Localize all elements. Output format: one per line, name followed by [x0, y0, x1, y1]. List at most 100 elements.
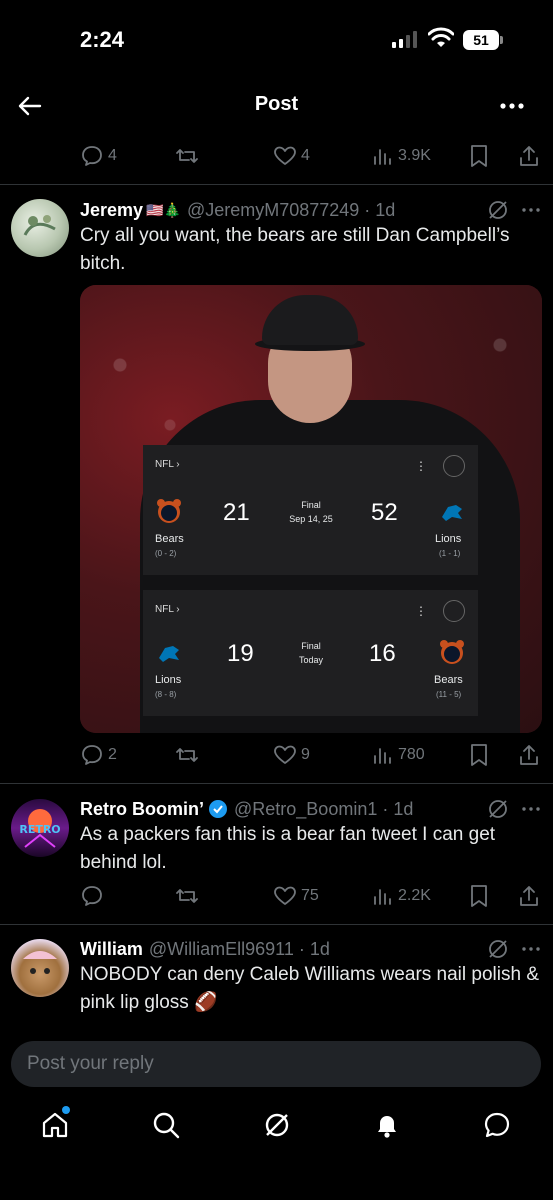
like-button[interactable]: 9 [273, 740, 310, 770]
views-count: 3.9K [398, 147, 431, 164]
views-icon [374, 889, 391, 905]
display-name[interactable]: Jeremy [80, 200, 143, 221]
views-button[interactable]: 3.9K [372, 141, 431, 171]
repost-button[interactable] [175, 881, 199, 911]
bookmark-icon[interactable] [468, 881, 490, 911]
reply-icon [82, 886, 102, 906]
grok-icon[interactable] [486, 797, 510, 821]
team-record: (1 - 1) [439, 549, 461, 558]
game-date: Today [298, 655, 324, 665]
more-icon[interactable] [520, 937, 542, 961]
notifications-icon[interactable] [372, 1110, 402, 1140]
game-status: Final [301, 500, 321, 510]
bookmark-icon[interactable] [468, 141, 490, 171]
page-title: Post [254, 93, 299, 115]
avatar[interactable]: RETRO [11, 799, 69, 857]
divider [0, 924, 553, 925]
grok-tab-icon[interactable] [262, 1110, 292, 1140]
handle[interactable]: @JeremyM70877249 · 1d [187, 200, 395, 221]
like-button[interactable]: 4 [273, 141, 310, 171]
repost-icon [176, 748, 198, 762]
views-button[interactable]: 780 [372, 740, 425, 770]
card-menu-icon: ⋮ [415, 459, 427, 473]
views-count: 2.2K [398, 887, 431, 904]
avatar-image: RETRO [19, 809, 61, 848]
reply-button[interactable]: 4 [80, 141, 117, 171]
bears-logo-icon [440, 640, 464, 664]
main-post-actions: 4 4 3.9K [80, 141, 540, 171]
tweet-header: William @WilliamEll96911 · 1d [80, 937, 330, 961]
home-badge-dot [62, 1106, 70, 1114]
display-name[interactable]: Retro Boomin’ [80, 799, 204, 820]
score: 21 [223, 499, 250, 526]
home-icon[interactable] [40, 1110, 70, 1140]
score: 52 [371, 499, 398, 526]
views-button[interactable]: 2.2K [372, 881, 431, 911]
wifi-icon [428, 27, 454, 47]
tweet-text: As a packers fan this is a bear fan twee… [80, 824, 496, 873]
avatar-text: RETRO [19, 823, 60, 836]
reply-button[interactable]: 2 [80, 740, 117, 770]
avatar-image [23, 951, 57, 974]
avatar[interactable] [11, 199, 69, 257]
team-name: Lions [435, 533, 462, 545]
like-count: 9 [301, 746, 310, 763]
game-date: Sep 14, 25 [289, 514, 333, 524]
reply-icon [82, 745, 102, 765]
share-icon[interactable] [518, 740, 540, 770]
grok-icon[interactable] [486, 198, 510, 222]
repost-button[interactable] [175, 740, 199, 770]
signal-icon [392, 30, 417, 48]
handle[interactable]: @Retro_Boomin1 · 1d [234, 799, 413, 820]
repost-icon [176, 149, 198, 163]
reply-count: 2 [108, 746, 117, 763]
score-card: NFL › ⋮ Bears (0 - 2) 21 Final Sep 14, 2… [143, 445, 478, 575]
reply-icon [82, 146, 102, 166]
team-name: Bears [155, 533, 184, 545]
repost-button[interactable] [175, 141, 199, 171]
more-icon[interactable] [520, 198, 542, 222]
card-menu-icon: ⋮ [415, 604, 427, 618]
repost-icon [176, 889, 198, 903]
bell-icon [443, 600, 465, 622]
heart-icon [274, 146, 296, 165]
views-icon [374, 149, 391, 165]
divider [0, 783, 553, 784]
bookmark-icon[interactable] [468, 740, 490, 770]
display-name[interactable]: William [80, 939, 143, 960]
team-record: (8 - 8) [155, 690, 177, 699]
lions-logo-icon [159, 646, 179, 662]
share-icon[interactable] [518, 881, 540, 911]
avatar-image [23, 215, 56, 236]
bell-icon [443, 455, 465, 477]
tweet-image[interactable]: NFL › ⋮ Bears (0 - 2) 21 Final Sep 14, 2… [80, 285, 542, 733]
divider [0, 184, 553, 185]
bears-logo-icon [157, 499, 181, 523]
score: 19 [227, 640, 254, 667]
avatar[interactable] [11, 939, 69, 997]
views-count: 780 [398, 746, 425, 763]
team-name: Lions [155, 674, 182, 686]
search-icon[interactable] [151, 1110, 181, 1140]
like-button[interactable]: 75 [273, 881, 319, 911]
views-icon [374, 748, 391, 764]
reply-input[interactable]: Post your reply [11, 1041, 541, 1087]
battery-icon: 51 [463, 30, 499, 50]
handle[interactable]: @WilliamEll96911 · 1d [149, 939, 330, 960]
team-record: (11 - 5) [436, 690, 462, 699]
tweet-text: NOBODY can deny Caleb Williams wears nai… [80, 964, 539, 1013]
score-card: NFL › ⋮ Lions (8 - 8) 19 Final Today 16 … [143, 590, 478, 716]
messages-icon[interactable] [482, 1110, 512, 1140]
grok-icon[interactable] [486, 937, 510, 961]
battery-tip [500, 36, 503, 44]
team-record: (0 - 2) [155, 549, 177, 558]
tweet-header: Jeremy 🇺🇸🎄 @JeremyM70877249 · 1d [80, 198, 395, 222]
like-count: 75 [301, 887, 319, 904]
status-time: 2:24 [80, 27, 125, 52]
tweet-text: Cry all you want, the bears are still Da… [80, 225, 510, 274]
heart-icon [274, 886, 296, 905]
more-options-icon[interactable] [499, 92, 525, 120]
reply-button[interactable] [80, 881, 104, 911]
more-icon[interactable] [520, 797, 542, 821]
share-icon[interactable] [518, 141, 540, 171]
